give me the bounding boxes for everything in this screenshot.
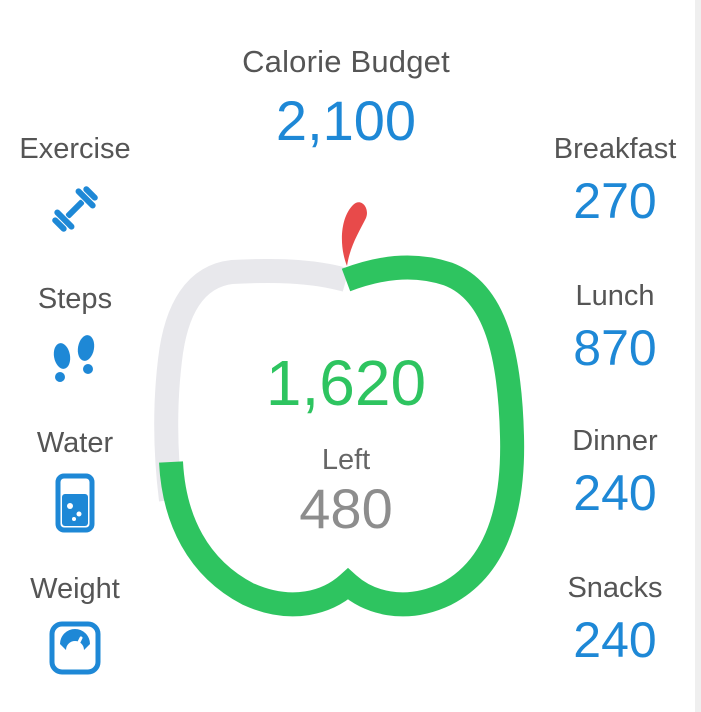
meal-calories: 240 — [573, 612, 657, 668]
calorie-dashboard: Calorie Budget 2,100 Exercise Steps Wate… — [0, 0, 701, 712]
meal-label: Dinner — [572, 425, 658, 457]
apple-stem-icon — [341, 202, 367, 266]
tracker-weight[interactable]: Weight — [0, 573, 150, 682]
calorie-budget-label: Calorie Budget — [242, 44, 450, 79]
calories-consumed: 1,620 — [265, 347, 427, 419]
meal-lunch[interactable]: Lunch 870 — [535, 280, 695, 377]
dumbbell-icon[interactable] — [40, 176, 110, 242]
meal-calories: 240 — [573, 465, 657, 521]
remaining-label: Left — [321, 444, 371, 476]
tracker-steps[interactable]: Steps — [0, 283, 150, 392]
meal-calories: 870 — [573, 320, 657, 376]
meal-dinner[interactable]: Dinner 240 — [535, 425, 695, 522]
footprints-icon[interactable] — [40, 326, 110, 392]
water-glass-icon[interactable] — [40, 470, 110, 536]
tracker-label: Exercise — [19, 133, 131, 165]
meal-label: Breakfast — [553, 133, 677, 165]
meal-calories: 270 — [573, 173, 657, 229]
tracker-label: Steps — [37, 283, 113, 315]
meal-breakfast[interactable]: Breakfast 270 — [535, 133, 695, 230]
tracker-label: Water — [36, 427, 114, 459]
meal-label: Snacks — [567, 572, 663, 604]
calories-remaining: 480 — [299, 477, 393, 540]
meal-snacks[interactable]: Snacks 240 — [535, 572, 695, 669]
apple-progress-arc — [159, 255, 525, 617]
tracker-water[interactable]: Water — [0, 427, 150, 536]
meal-label: Lunch — [575, 280, 655, 312]
tracker-label: Weight — [30, 573, 120, 605]
scroll-edge — [695, 0, 701, 712]
scale-icon[interactable] — [40, 616, 110, 682]
tracker-exercise[interactable]: Exercise — [0, 133, 150, 242]
